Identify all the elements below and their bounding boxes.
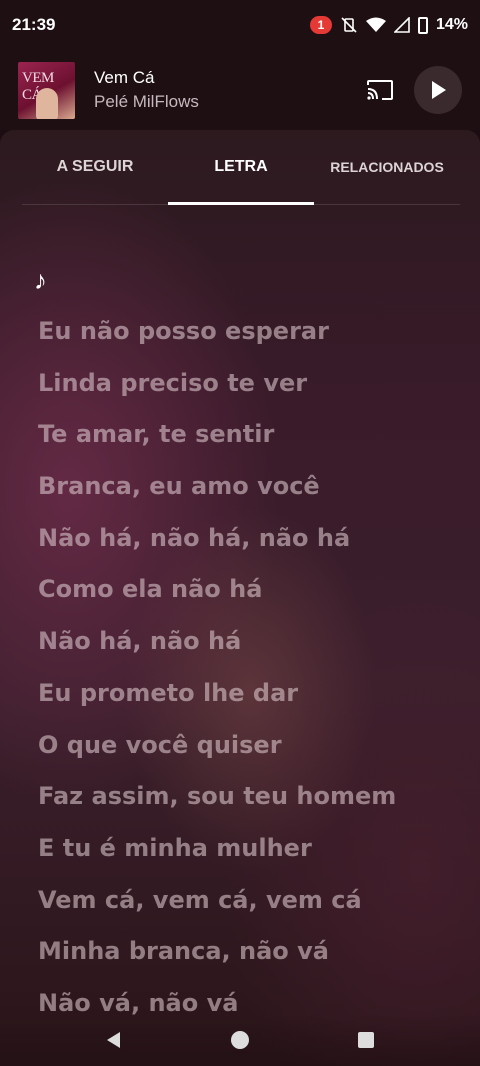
album-art[interactable]: VEM CÁ — [18, 61, 75, 119]
lyric-line: Vem cá, vem cá, vem cá — [38, 885, 362, 914]
lyric-line: Linda preciso te ver — [38, 368, 308, 397]
play-icon — [432, 81, 446, 99]
tab-up-next[interactable]: A SEGUIR — [22, 130, 168, 204]
lyrics[interactable]: Eu não posso esperar Linda preciso te ve… — [38, 306, 396, 1030]
navigation-bar — [0, 1014, 480, 1066]
battery-icon — [417, 16, 428, 34]
status-icons: 1 14% — [309, 16, 468, 34]
battery-level: 14% — [435, 16, 468, 33]
lyric-line: E tu é minha mulher — [38, 833, 312, 862]
recents-icon — [358, 1032, 374, 1048]
clock: 21:39 — [12, 15, 56, 34]
notification-badge: 1 — [309, 16, 332, 34]
wifi-icon — [365, 17, 386, 32]
home-icon — [231, 1031, 249, 1049]
mini-player[interactable]: VEM CÁ Vem Cá Pelé MilFlows — [0, 50, 480, 130]
lyric-line: Faz assim, sou teu homem — [38, 782, 397, 811]
lyric-line: Minha branca, não vá — [38, 937, 329, 966]
cast-icon[interactable] — [366, 79, 394, 101]
lyric-line: Branca, eu amo você — [38, 472, 320, 501]
lyric-line: Te amar, te sentir — [38, 420, 275, 449]
lyric-line: Como ela não há — [38, 575, 263, 604]
song-artist: Pelé MilFlows — [94, 92, 199, 111]
back-button[interactable] — [104, 1030, 124, 1050]
back-icon — [107, 1032, 120, 1048]
tab-bar: A SEGUIR LETRA RELACIONADOS — [22, 130, 460, 205]
album-art-figure — [36, 87, 58, 119]
play-button[interactable] — [414, 66, 462, 114]
music-note-icon: ♪ — [34, 265, 47, 295]
song-info[interactable]: Vem Cá Pelé MilFlows — [94, 68, 199, 112]
lyric-line: Não há, não há, não há — [38, 523, 351, 552]
home-button[interactable] — [230, 1030, 250, 1050]
song-title: Vem Cá — [94, 68, 155, 87]
player-panel: A SEGUIR LETRA RELACIONADOS ♪ Eu não pos… — [0, 130, 480, 1066]
recents-button[interactable] — [356, 1030, 376, 1050]
tab-lyrics[interactable]: LETRA — [168, 130, 314, 205]
tab-related[interactable]: RELACIONADOS — [314, 130, 460, 204]
status-bar: 21:39 1 14% — [0, 0, 480, 50]
lyric-line: Eu não posso esperar — [38, 317, 329, 345]
lyric-line: O que você quiser — [38, 730, 282, 759]
lyric-line: Eu prometo lhe dar — [38, 678, 299, 707]
signal-icon — [393, 17, 410, 33]
vibrate-off-icon — [341, 17, 357, 33]
lyric-line: Não há, não há — [38, 627, 242, 656]
